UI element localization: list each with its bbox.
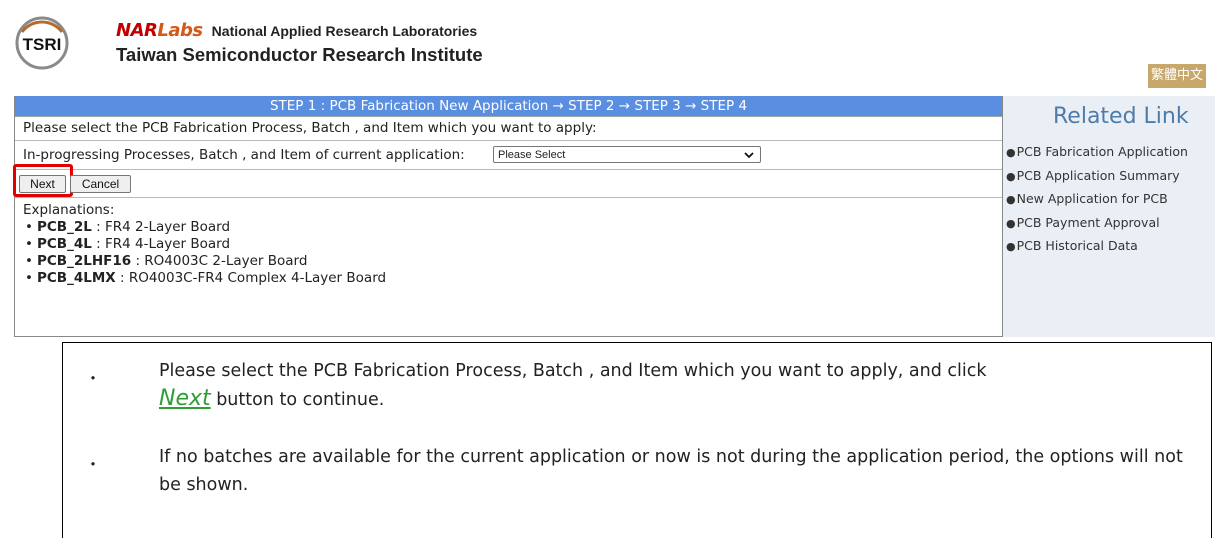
related-link-new-application[interactable]: ●New Application for PCB xyxy=(1003,191,1188,215)
instruction-text: Please select the PCB Fabrication Proces… xyxy=(23,120,597,136)
institute-name: Taiwan Semiconductor Research Institute xyxy=(116,44,483,65)
select-row: In-progressing Processes, Batch , and It… xyxy=(15,141,1002,170)
bullet-icon: ● xyxy=(1006,240,1016,253)
explanations: Explanations: PCB_2L : FR4 2-Layer Board… xyxy=(15,198,1002,291)
cancel-button[interactable]: Cancel xyxy=(70,175,131,193)
bullet-icon: ● xyxy=(1006,146,1016,159)
related-links-list: ●PCB Fabrication Application ●PCB Applic… xyxy=(1003,144,1188,262)
related-links-sidebar: Related Link ●PCB Fabrication Applicatio… xyxy=(1003,96,1215,337)
explanations-list: PCB_2L : FR4 2-Layer Board PCB_4L : FR4 … xyxy=(23,219,994,287)
list-item: PCB_4LMX : RO4003C-FR4 Complex 4-Layer B… xyxy=(25,270,994,287)
bullet-icon: ● xyxy=(1006,169,1016,183)
next-button[interactable]: Next xyxy=(19,175,66,193)
callout-text-2: If no batches are available for the curr… xyxy=(159,447,1183,495)
bullet-icon: ・ xyxy=(85,369,102,388)
related-link-pcb-fabrication-application[interactable]: ●PCB Fabrication Application xyxy=(1003,144,1188,168)
related-links-title: Related Link xyxy=(1053,104,1189,129)
step-progress-bar: STEP 1 : PCB Fabrication New Application… xyxy=(15,96,1002,117)
list-item: PCB_2LHF16 : RO4003C 2-Layer Board xyxy=(25,253,994,270)
list-item: PCB_2L : FR4 2-Layer Board xyxy=(25,219,994,236)
chevron-down-icon xyxy=(744,147,754,170)
nar-full-name: National Applied Research Laboratories xyxy=(211,23,478,39)
select-label: In-progressing Processes, Batch , and It… xyxy=(23,147,465,163)
explanations-title: Explanations: xyxy=(23,202,115,218)
next-keyword: Next xyxy=(159,386,211,411)
nar-brand: NARLabs xyxy=(116,20,203,41)
bullet-icon: ● xyxy=(1006,193,1016,206)
logo-text: TSRI xyxy=(23,35,62,54)
language-toggle-button[interactable]: 繁體中文 xyxy=(1148,64,1206,88)
process-batch-select[interactable]: Please Select xyxy=(493,146,761,163)
instruction-callout: ・ Please select the PCB Fabrication Proc… xyxy=(62,342,1212,538)
list-item: PCB_4L : FR4 4-Layer Board xyxy=(25,236,994,253)
related-link-pcb-application-summary[interactable]: ●PCB Application Summary xyxy=(1003,168,1188,192)
button-row: Next Cancel xyxy=(13,164,1002,198)
related-link-pcb-payment-approval[interactable]: ●PCB Payment Approval xyxy=(1003,215,1188,239)
application-panel: STEP 1 : PCB Fabrication New Application… xyxy=(13,96,1003,337)
nar-title: NARLabs National Applied Research Labora… xyxy=(116,20,477,41)
tsri-logo[interactable]: TSRI xyxy=(12,10,72,70)
bullet-icon: ● xyxy=(1006,216,1016,230)
select-value: Please Select xyxy=(498,149,566,161)
callout-text-1: Please select the PCB Fabrication Proces… xyxy=(159,361,987,411)
related-link-pcb-historical-data[interactable]: ●PCB Historical Data xyxy=(1003,238,1188,262)
bullet-icon: ・ xyxy=(85,455,102,474)
instruction-row: Please select the PCB Fabrication Proces… xyxy=(15,117,1002,141)
site-header: TSRI NARLabs National Applied Research L… xyxy=(0,0,1215,93)
